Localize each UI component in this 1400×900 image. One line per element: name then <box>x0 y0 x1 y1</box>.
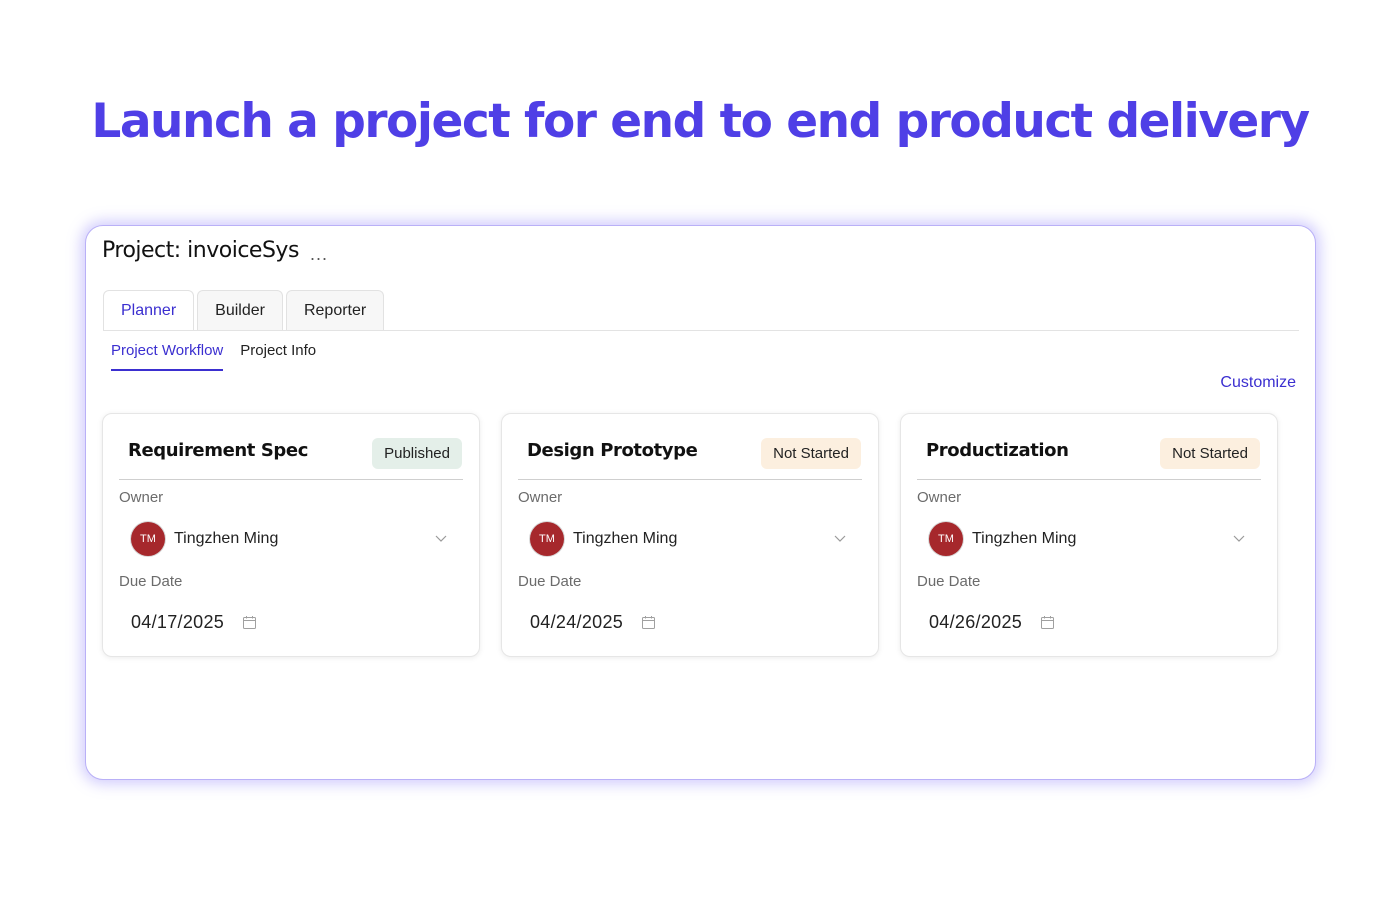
chevron-down-icon[interactable] <box>434 531 448 545</box>
calendar-icon[interactable] <box>242 615 257 630</box>
due-date-label: Due Date <box>518 573 582 590</box>
calendar-icon[interactable] <box>641 615 656 630</box>
due-date-value: 04/26/2025 <box>929 612 1023 632</box>
workflow-card-productization: Productization Not Started Owner TM Ting… <box>900 413 1278 657</box>
project-panel: Project: invoiceSys ... Planner Builder … <box>85 225 1316 780</box>
customize-link[interactable]: Customize <box>1220 374 1296 392</box>
due-date-label: Due Date <box>917 573 981 590</box>
owner-label: Owner <box>518 489 563 506</box>
project-title: Project: invoiceSys <box>102 238 299 263</box>
subtab-project-info[interactable]: Project Info <box>240 342 316 371</box>
tab-builder[interactable]: Builder <box>197 290 283 331</box>
page-headline: Launch a project for end to end product … <box>91 94 1310 149</box>
sub-tabs: Project Workflow Project Info <box>111 342 316 371</box>
due-date-field[interactable]: 04/24/2025 <box>530 610 710 636</box>
calendar-icon[interactable] <box>1040 615 1055 630</box>
due-date-value: 04/24/2025 <box>530 612 624 632</box>
due-date-label: Due Date <box>119 573 183 590</box>
due-date-field[interactable]: 04/26/2025 <box>929 610 1109 636</box>
owner-name: Tingzhen Ming <box>174 530 279 547</box>
card-title: Requirement Spec <box>128 440 308 461</box>
card-divider <box>518 479 862 480</box>
status-badge: Not Started <box>1160 438 1260 469</box>
more-options-icon[interactable]: ... <box>304 240 334 268</box>
owner-name: Tingzhen Ming <box>573 530 678 547</box>
owner-select[interactable]: TM Tingzhen Ming <box>131 522 456 556</box>
card-divider <box>119 479 463 480</box>
card-title: Productization <box>926 440 1069 461</box>
tab-reporter[interactable]: Reporter <box>285 290 385 331</box>
owner-label: Owner <box>119 489 164 506</box>
avatar: TM <box>131 522 165 556</box>
due-date-field[interactable]: 04/17/2025 <box>131 610 311 636</box>
status-badge: Not Started <box>761 438 861 469</box>
tab-planner[interactable]: Planner <box>103 290 195 331</box>
owner-name: Tingzhen Ming <box>972 530 1077 547</box>
due-date-value: 04/17/2025 <box>131 612 225 632</box>
card-title: Design Prototype <box>527 440 698 461</box>
owner-select[interactable]: TM Tingzhen Ming <box>530 522 855 556</box>
chevron-down-icon[interactable] <box>1232 531 1246 545</box>
avatar: TM <box>530 522 564 556</box>
workflow-card-requirement-spec: Requirement Spec Published Owner TM Ting… <box>102 413 480 657</box>
main-tabs: Planner Builder Reporter <box>103 290 385 331</box>
status-badge: Published <box>372 438 462 469</box>
card-divider <box>917 479 1261 480</box>
owner-select[interactable]: TM Tingzhen Ming <box>929 522 1254 556</box>
tab-divider <box>103 330 1299 331</box>
avatar: TM <box>929 522 963 556</box>
owner-label: Owner <box>917 489 962 506</box>
workflow-card-design-prototype: Design Prototype Not Started Owner TM Ti… <box>501 413 879 657</box>
subtab-project-workflow[interactable]: Project Workflow <box>111 342 224 371</box>
chevron-down-icon[interactable] <box>833 531 847 545</box>
